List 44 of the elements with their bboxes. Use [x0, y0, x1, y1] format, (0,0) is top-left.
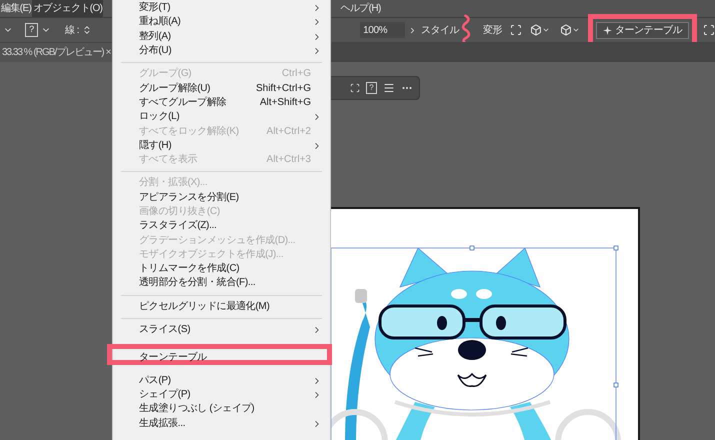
frame-icon[interactable]: [350, 83, 360, 93]
menu-item[interactable]: ロック(L): [113, 110, 330, 124]
stroke-label: 線 :: [64, 24, 80, 38]
close-tab-button[interactable]: ×: [106, 45, 110, 60]
menu-item[interactable]: 重ね順(A): [113, 15, 330, 30]
menu-item[interactable]: トリムマークを作成(C): [113, 262, 330, 276]
shortcut-label: Ctrl+G: [282, 69, 311, 80]
menu-item[interactable]: 分布(U): [113, 44, 330, 58]
shape-icon[interactable]: [530, 24, 542, 36]
menu-icon[interactable]: [383, 82, 395, 94]
menu-item[interactable]: アピアランスを分割(E): [113, 190, 330, 205]
shortcut-label: Alt+Ctrl+2: [266, 126, 311, 137]
document-tab[interactable]: 33.33 % (RGB/プレビュー) ×: [0, 43, 112, 62]
menu-bar-item[interactable]: オブジェクト(O): [32, 0, 104, 17]
zoom-field[interactable]: 100%: [360, 22, 405, 38]
sparkle-icon: [602, 26, 612, 34]
menu-item[interactable]: 変形(T): [113, 1, 330, 16]
frame-icon[interactable]: [510, 24, 522, 36]
spinner-icon[interactable]: [82, 24, 92, 36]
image-icon[interactable]: [703, 24, 715, 36]
transform-label[interactable]: 変形: [483, 22, 502, 38]
document-title: 33.33 % (RGB/プレビュー): [2, 46, 104, 60]
shortcut-label: Alt+Shift+G: [260, 98, 311, 108]
menu-item[interactable]: 生成拡張...: [113, 416, 330, 431]
menu-bar-item[interactable]: ヘルプ(H): [339, 0, 382, 17]
menu-item[interactable]: すべてグループ解除 Alt+Shift+G: [113, 96, 330, 110]
menu-item[interactable]: スライス(S): [113, 322, 330, 338]
menu-item[interactable]: シェイプ(P): [113, 388, 330, 402]
help-box[interactable]: ?: [366, 82, 377, 94]
menu-item[interactable]: 生成塗りつぶし (シェイプ): [113, 402, 330, 416]
turntable-button[interactable]: ターンテーブル: [596, 22, 690, 38]
help-box[interactable]: ?: [24, 23, 38, 37]
menu-bar-item[interactable]: 編集(E): [0, 0, 32, 17]
shape-icon[interactable]: [560, 24, 572, 36]
menu-item[interactable]: ピクセルグリッドに最適化(M): [113, 300, 330, 314]
shortcut-label: Shift+Ctrl+G: [256, 84, 311, 94]
shortcut-label: Alt+Ctrl+3: [266, 155, 311, 166]
menu-item[interactable]: 隠す(H): [113, 138, 330, 153]
menu-item[interactable]: 整列(A): [113, 30, 330, 44]
menu-item[interactable]: ラスタライズ(Z)...: [113, 219, 330, 234]
style-label[interactable]: スタイル: [420, 22, 460, 38]
menu-item[interactable]: パス(P): [113, 374, 330, 388]
menu-item[interactable]: 透明部分を分割・統合(F)...: [113, 276, 330, 291]
menu-item[interactable]: グループ解除(U) Shift+Ctrl+G: [113, 81, 330, 96]
